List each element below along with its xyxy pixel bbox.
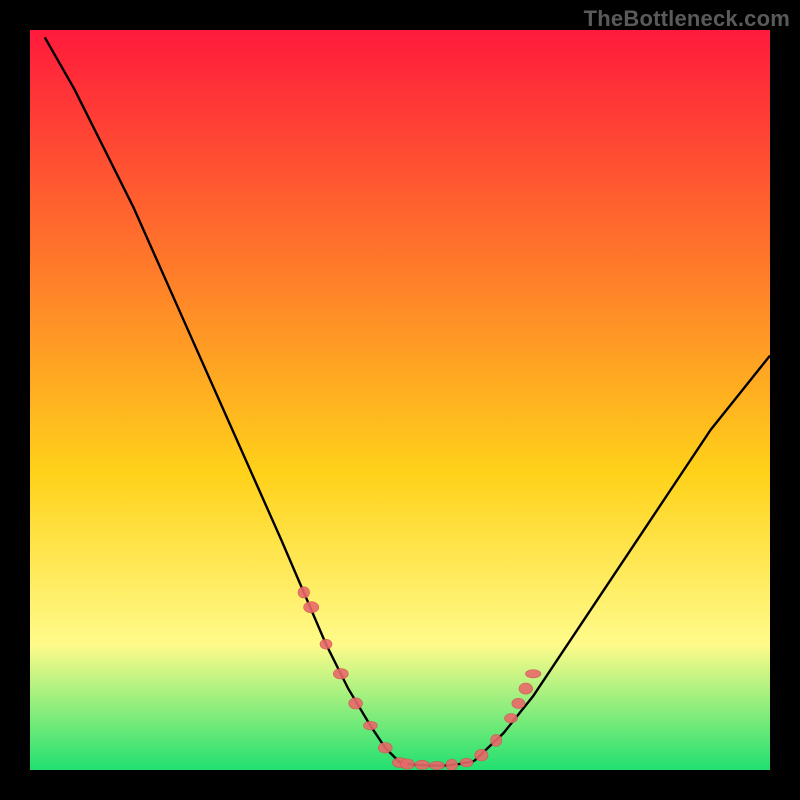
marker-point [349,698,363,709]
marker-point [526,670,541,678]
marker-point [415,760,430,769]
gradient-background [30,30,770,770]
plot-area [30,30,770,770]
marker-point [505,714,518,723]
marker-point [460,758,473,767]
marker-point [512,698,525,708]
marker-point [298,587,310,598]
marker-point [400,759,414,769]
marker-point [364,721,378,730]
marker-point [446,759,458,770]
marker-point [304,602,319,613]
watermark-text: TheBottleneck.com [584,6,790,32]
marker-point [320,639,332,649]
marker-point [491,734,502,746]
marker-point [378,743,392,754]
marker-point [519,683,533,694]
marker-point [475,749,488,761]
chart-svg [30,30,770,770]
chart-frame: TheBottleneck.com [0,0,800,800]
marker-point [429,761,444,769]
marker-point [333,669,348,679]
